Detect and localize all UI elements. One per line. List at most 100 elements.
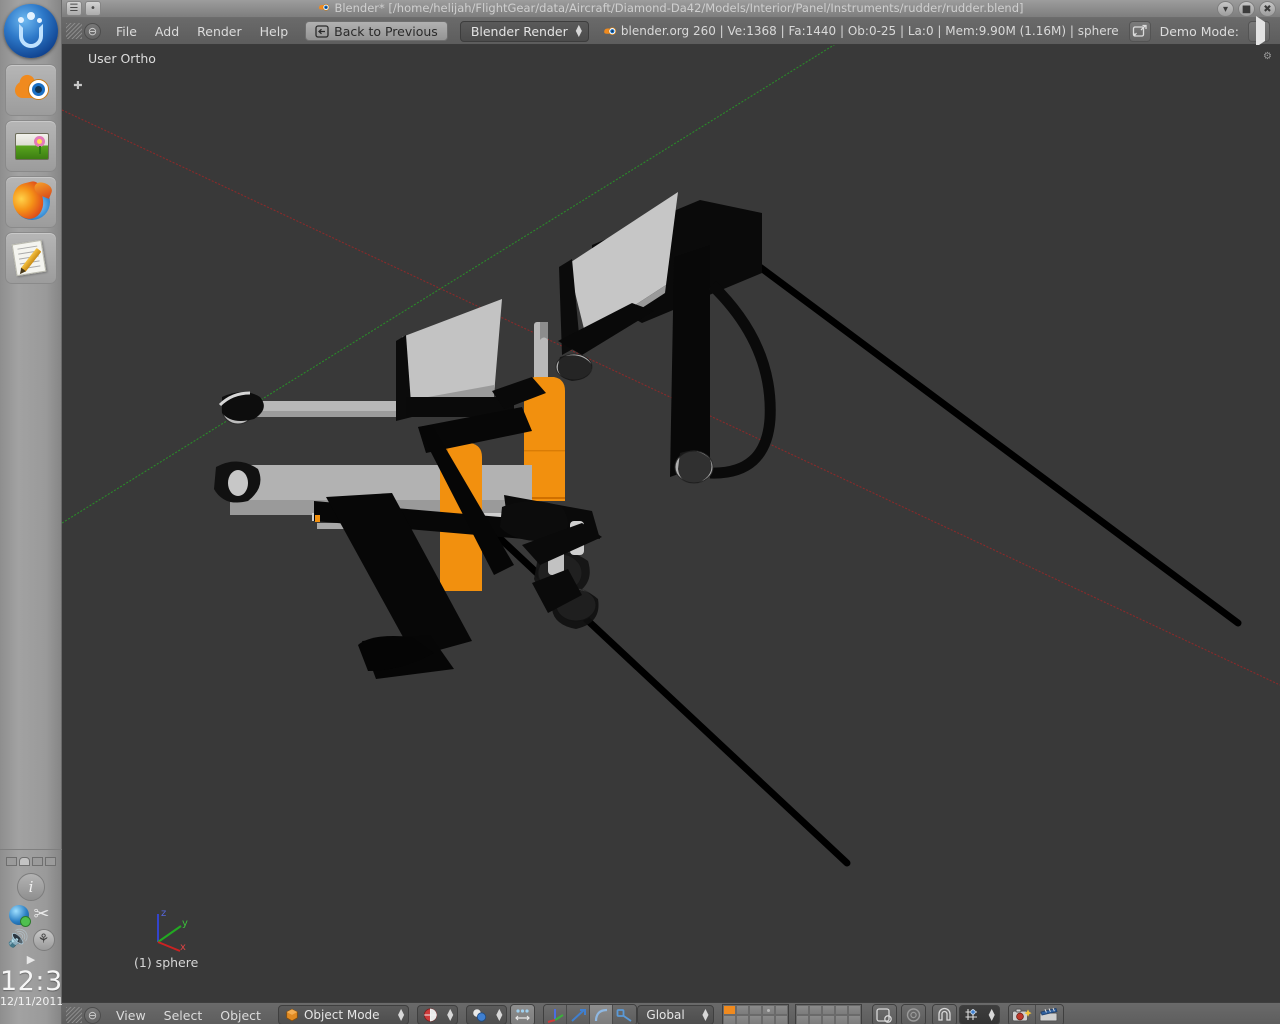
gear-icon[interactable]: ⚙ <box>1263 51 1272 62</box>
rotate-manipulator-icon[interactable] <box>567 1005 591 1024</box>
layer-cell[interactable] <box>834 1015 848 1024</box>
workspace-pager[interactable] <box>0 850 62 866</box>
network-globe-icon[interactable] <box>8 905 31 927</box>
dock-item-firefox[interactable] <box>4 176 57 228</box>
svg-text:x: x <box>180 942 186 953</box>
manipulator-icon[interactable] <box>511 1005 535 1024</box>
info-icon[interactable]: i <box>17 873 45 901</box>
dock-item-image-viewer[interactable] <box>4 120 57 172</box>
layer-block-bottom[interactable] <box>794 1004 862 1024</box>
mandriva-logo-icon[interactable] <box>3 4 58 58</box>
axis-gizmo: z y x <box>148 904 198 954</box>
image-viewer-icon <box>14 133 49 160</box>
workspace-1[interactable] <box>6 857 17 866</box>
rotate-arc-icon[interactable] <box>590 1005 614 1024</box>
interaction-mode-dropdown[interactable]: Object Mode ▲ ▼ <box>277 1005 410 1024</box>
menu-select[interactable]: Select <box>155 1006 212 1024</box>
scissors-icon[interactable]: ✂ <box>34 905 54 925</box>
snap-element-dropdown[interactable]: ▲ ▼ <box>958 1005 1000 1024</box>
render-opengl-animation-icon[interactable] <box>1035 1005 1063 1024</box>
blender-icon <box>13 72 49 105</box>
dock-item-blender[interactable] <box>4 64 57 116</box>
menu-file[interactable]: File <box>107 22 146 41</box>
menu-render[interactable]: Render <box>188 22 251 41</box>
transform-orientation-dropdown[interactable]: Global ▲ ▼ <box>637 1005 714 1024</box>
view-name-label: User Ortho <box>88 51 156 66</box>
layer-cell[interactable] <box>748 1005 762 1015</box>
layer-cell[interactable] <box>834 1005 848 1015</box>
layer-cell[interactable] <box>808 1005 822 1015</box>
layer-cell[interactable] <box>808 1015 822 1024</box>
render-engine-value: Blender Render <box>470 23 568 39</box>
layer-cell[interactable] <box>761 1015 775 1024</box>
scene-statistics: blender.org 260 | Ve:1368 | Fa:1440 | Ob… <box>603 24 1119 38</box>
plus-icon[interactable]: ✚ <box>72 80 84 92</box>
layer-cell[interactable] <box>735 1005 749 1015</box>
dock-item-text-editor[interactable] <box>4 232 57 284</box>
layer-cell[interactable] <box>774 1005 788 1015</box>
snap-magnet-icon[interactable] <box>932 1005 956 1024</box>
layer-cell[interactable] <box>821 1015 835 1024</box>
layer-cell[interactable] <box>722 1005 736 1015</box>
system-tray: i ✂ 🔊 ⚘ ▶ 12:37 12/11/2011 <box>0 849 80 1024</box>
square-icon[interactable]: ■ <box>1238 1 1255 17</box>
chevron-updown-icon: ▲ ▼ <box>496 1007 503 1022</box>
layer-block-top[interactable] <box>721 1004 789 1024</box>
chevron-updown-icon: ▲ ▼ <box>575 23 582 38</box>
layer-cell[interactable] <box>774 1015 788 1024</box>
layer-cell[interactable] <box>795 1005 809 1015</box>
proportional-edit-icon[interactable] <box>872 1005 896 1024</box>
layer-cell[interactable] <box>847 1015 861 1024</box>
back-to-previous-icon <box>315 24 329 38</box>
3d-viewport[interactable]: User Ortho ✚ ⚙ z y x (1) sphere <box>62 45 1280 1002</box>
usb-icon[interactable]: ⚘ <box>32 929 55 951</box>
editor-corner-handle[interactable] <box>66 23 82 39</box>
menu-object[interactable]: Object <box>211 1006 270 1024</box>
interaction-mode-value: Object Mode <box>303 1008 380 1022</box>
layer-cell[interactable] <box>795 1015 809 1024</box>
window-title: Blender* [/home/helijah/FlightGear/data/… <box>62 1 1280 15</box>
viewport-shading-dropdown[interactable]: ▲ ▼ <box>417 1005 459 1024</box>
chevron-updown-icon: ▲ ▼ <box>702 1007 709 1022</box>
object-mode-cube-icon <box>285 1008 299 1022</box>
scene-layers[interactable] <box>721 1004 862 1024</box>
layer-cell[interactable] <box>735 1015 749 1024</box>
layer-cell[interactable] <box>748 1015 762 1024</box>
render-engine-dropdown[interactable]: Blender Render ▲ ▼ <box>459 20 589 42</box>
menu-add[interactable]: Add <box>146 22 188 41</box>
svg-text:y: y <box>182 918 188 929</box>
3d-view-editor-icon[interactable]: ⊖ <box>84 1006 101 1024</box>
demo-mode-play-button[interactable] <box>1248 15 1270 47</box>
fullscreen-icon[interactable] <box>1128 20 1151 42</box>
chevron-down-icon[interactable]: ▾ <box>1217 1 1234 17</box>
tray-date: 12/11/2011 <box>0 995 64 1008</box>
pivot-point-icon <box>471 1007 488 1023</box>
triangle-right-icon[interactable]: ▶ <box>0 953 62 966</box>
editor-corner-handle[interactable] <box>66 1007 82 1023</box>
layer-cell[interactable] <box>722 1015 736 1024</box>
layer-cell[interactable] <box>821 1005 835 1015</box>
back-to-previous-button[interactable]: Back to Previous <box>305 21 448 41</box>
speaker-icon[interactable]: 🔊 <box>8 930 30 950</box>
workspace-4[interactable] <box>45 857 56 866</box>
smooth-falloff-icon[interactable] <box>901 1005 925 1024</box>
info-editor-header: ⊖ File Add Render Help Back to Previous … <box>62 15 1280 47</box>
workspace-3[interactable] <box>32 857 43 866</box>
pivot-point-dropdown[interactable]: ▲ ▼ <box>466 1005 508 1024</box>
chevron-updown-icon: ▲ ▼ <box>397 1007 405 1022</box>
layer-cell[interactable] <box>847 1005 861 1015</box>
translate-manipulator-icon[interactable] <box>544 1005 568 1024</box>
play-icon <box>1254 15 1265 47</box>
scale-manipulator-icon[interactable] <box>613 1005 637 1024</box>
3d-scene-render <box>62 45 1280 1002</box>
info-editor-icon[interactable]: ⊖ <box>84 22 101 40</box>
svg-text:z: z <box>161 908 166 919</box>
close-icon[interactable]: ✖ <box>1259 1 1276 17</box>
menu-help[interactable]: Help <box>251 22 298 41</box>
render-opengl-image-icon[interactable] <box>1008 1005 1036 1024</box>
scene-statistics-text: blender.org 260 | Ve:1368 | Fa:1440 | Ob… <box>620 24 1119 38</box>
layer-cell[interactable] <box>761 1005 775 1015</box>
menu-view[interactable]: View <box>107 1006 155 1024</box>
transform-orientation-value: Global <box>646 1008 685 1022</box>
workspace-2[interactable] <box>19 857 30 866</box>
